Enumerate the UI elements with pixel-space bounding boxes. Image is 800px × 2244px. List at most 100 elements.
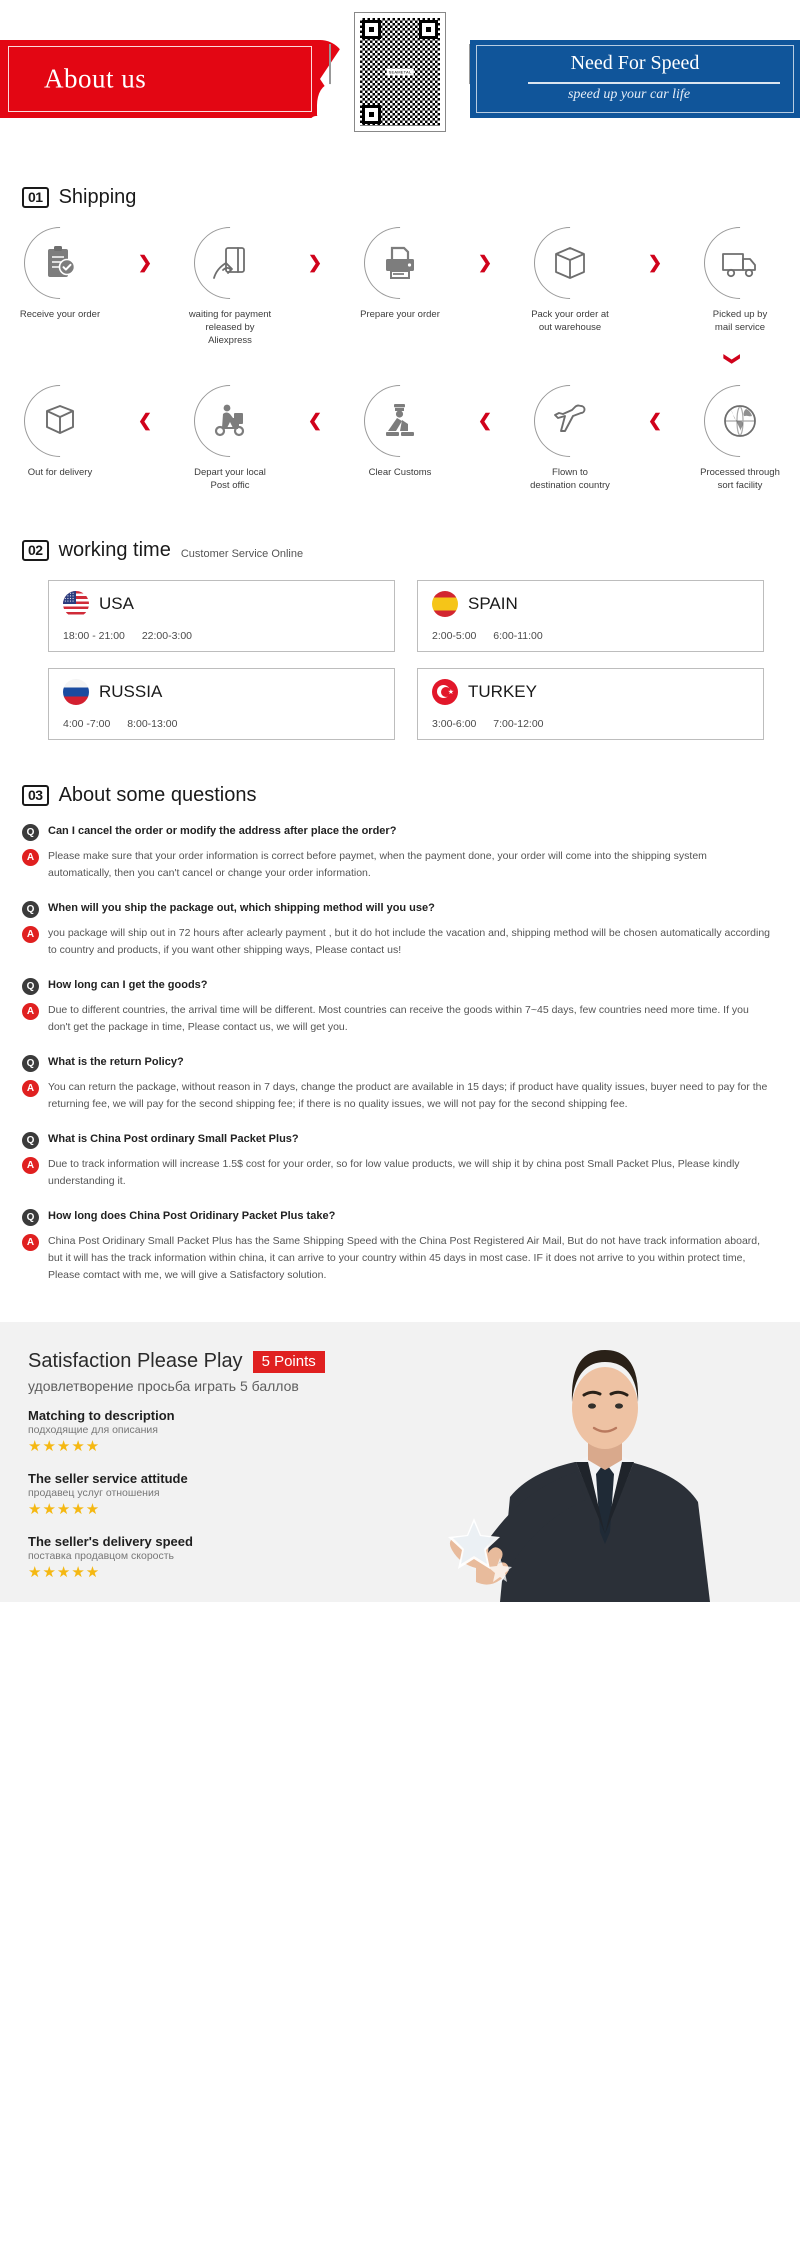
faq-answer: China Post Oridinary Small Packet Plus h… [48,1235,761,1282]
truck-icon [720,243,760,283]
step-label: Picked up by mail service [712,309,768,333]
arrow-forward-icon: ❯ [307,253,323,272]
question-badge: Q [22,901,39,919]
box-icon [550,243,590,283]
step-label: Pack your order at out warehouse [531,309,609,333]
rating-label-ru: поставка продавцом скорость [28,1549,175,1562]
rating-stars: ★★★★★ [28,1563,101,1581]
step-label: Receive your order [19,309,101,320]
shipping-step: Pack your order at out warehouse [519,212,621,335]
step-label: Depart your local Post offic [194,467,266,492]
satisfaction-content: Satisfaction Please Play 5 Points удовле… [0,1322,800,1582]
printer-icon [380,243,420,283]
working-time-card-spain: SPAIN 2:00-5:00 6:00-11:00 [417,580,764,653]
rating-block: The seller service attitude продавец усл… [28,1471,800,1520]
faq-section-number: 03 [22,785,49,807]
hand-card-icon [210,243,250,283]
step-circle [349,212,451,314]
faq-question: What is China Post ordinary Small Packet… [48,1133,299,1146]
satisfaction-title: Satisfaction Please Play [28,1350,243,1373]
working-time-section-title: working time [58,539,171,562]
working-time-heading: 02 working time Customer Service Online [0,539,800,562]
answer-badge: A [22,1003,39,1021]
banner-left-red-block: About us [0,40,346,118]
answer-badge: A [22,1234,39,1252]
time-slot: 22:00-3:00 [141,630,193,643]
working-time-section: 02 working time Customer Service Online … [0,493,800,741]
answer-badge: A [22,926,39,944]
step-label: Flown to destination country [530,467,610,492]
rating-stars: ★★★★★ [28,1500,101,1518]
country-name: USA [99,594,134,614]
shipping-heading: 01 Shipping [0,186,800,209]
faq-question: Can I cancel the order or modify the add… [48,825,397,838]
step-circle [9,370,111,473]
rating-label-en: The seller's delivery speed [28,1533,193,1549]
faq-heading: 03 About some questions [22,784,770,807]
time-slot: 18:00 - 21:00 [63,630,125,643]
answer-badge: A [22,849,39,867]
time-slot: 2:00-5:00 [432,630,477,643]
time-slot: 6:00-11:00 [493,630,543,643]
arrow-down-icon: ❯ [723,352,741,367]
rating-label-en: The seller service attitude [28,1470,188,1486]
qr-finder-top-right [419,20,438,39]
shipping-section-title: Shipping [58,186,137,208]
step-circle [689,370,791,473]
faq-answer: You can return the package, without reas… [48,1081,768,1111]
faq-item: Q How long can I get the goods? A Due to… [22,977,770,1036]
faq-answer: Due to different countries, the arrival … [48,1004,749,1034]
working-time-cards: USA 18:00 - 21:00 22:00-3:00 SPAIN 2:00-… [0,562,800,741]
qr-brand-label: SEAMETAL [386,68,414,76]
answer-badge: A [22,1080,39,1098]
arrow-back-icon: ❮ [137,411,153,431]
country-name: TURKEY [468,682,537,702]
usa-flag-icon [63,591,89,618]
airplane-icon [550,401,590,441]
working-time-card-turkey: ★ TURKEY 3:00-6:00 7:00-12:00 [417,668,764,741]
faq-item: Q When will you ship the package out, wh… [22,900,770,959]
faq-item: Q How long does China Post Oridinary Pac… [22,1208,770,1284]
faq-question: How long can I get the goods? [48,979,208,992]
customs-officer-icon [380,401,420,441]
banner-left-title: About us [44,63,147,94]
banner-right-blue-block: Need For Speed speed up your car life [470,40,800,118]
qr-finder-top-left [362,20,381,39]
shipping-step: Out for delivery [9,370,111,480]
faq-item: Q Can I cancel the order or modify the a… [22,823,770,882]
time-slot: 7:00-12:00 [493,718,544,731]
spain-flag-icon [432,591,458,618]
working-time-section-number: 02 [22,540,49,562]
russia-flag-icon [63,679,89,706]
step-circle [519,370,621,473]
clipboard-check-icon [40,243,80,283]
arrow-back-icon: ❮ [477,411,493,431]
question-badge: Q [22,978,39,996]
answer-badge: A [22,1157,39,1175]
faq-answer: you package will ship out in 72 hours af… [48,927,771,957]
shipping-step: Clear Customs [349,370,451,480]
faq-answer: Due to track information will increase 1… [48,1158,740,1188]
country-name: SPAIN [468,594,518,614]
step-circle [179,370,281,473]
faq-section: 03 About some questions Q Can I cancel t… [0,740,800,1284]
shipping-step: waiting for payment released by Aliexpre… [179,212,281,347]
question-badge: Q [22,1209,39,1227]
question-badge: Q [22,1132,39,1150]
faq-item: Q What is the return Policy? A You can r… [22,1054,770,1113]
rating-label-ru: подходящие для описания [28,1424,158,1437]
shipping-section-number: 01 [22,187,49,208]
satisfaction-section: Satisfaction Please Play 5 Points удовле… [0,1322,800,1603]
working-time-subtitle: Customer Service Online [180,547,304,560]
step-label: Processed through sort facility [700,467,780,492]
open-box-icon [40,401,80,441]
shipping-step: Processed through sort facility [689,370,791,493]
faq-question: What is the return Policy? [48,1056,184,1069]
qr-finder-bottom-left [362,105,381,124]
rating-stars: ★★★★★ [28,1438,101,1456]
country-name: RUSSIA [99,682,163,702]
working-time-card-russia: RUSSIA 4:00 -7:00 8:00-13:00 [48,668,395,741]
shipping-step: Picked up by mail service [689,212,791,335]
step-label: waiting for payment released by Aliexpre… [188,309,272,346]
faq-question: How long does China Post Oridinary Packe… [48,1210,336,1223]
